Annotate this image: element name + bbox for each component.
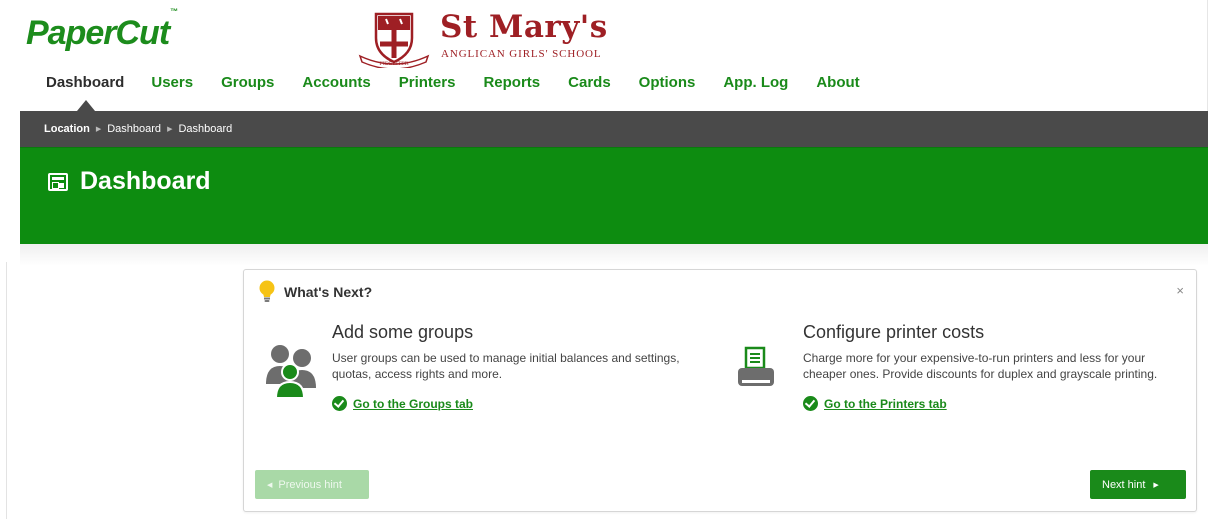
previous-hint-label: Previous hint — [278, 478, 342, 491]
check-circle-icon — [332, 396, 347, 411]
hint-printers: Configure printer costs Charge more for … — [803, 322, 1183, 411]
nav-about[interactable]: About — [816, 74, 859, 91]
breadcrumb-separator-icon: ▶ — [95, 126, 102, 133]
next-hint-button[interactable]: Next hint ▶ — [1090, 470, 1186, 499]
content-divider — [6, 262, 7, 519]
go-to-groups-link[interactable]: Go to the Groups tab — [332, 396, 722, 411]
nav-app-log[interactable]: App. Log — [723, 74, 788, 91]
whats-next-title: What's Next? — [284, 284, 373, 300]
next-hint-label: Next hint — [1102, 478, 1146, 491]
chevron-left-icon: ◀ — [267, 481, 273, 489]
breadcrumb-item-current: Dashboard — [178, 123, 233, 135]
lightbulb-icon — [259, 280, 275, 302]
hint-title: Add some groups — [332, 322, 474, 342]
breadcrumb-separator-icon: ▶ — [167, 126, 173, 133]
school-subtitle: ANGLICAN GIRLS' SCHOOL — [441, 48, 602, 60]
close-icon[interactable]: × — [1176, 283, 1184, 298]
hint-body: Charge more for your expensive-to-run pr… — [803, 351, 1158, 381]
printer-icon — [738, 346, 774, 386]
whats-next-panel: What's Next? × Add some groups User grou… — [243, 269, 1197, 512]
breadcrumb: Location ▶ Dashboard ▶ Dashboard — [44, 123, 232, 135]
breadcrumb-item[interactable]: Dashboard — [107, 123, 161, 135]
previous-hint-button[interactable]: ◀ Previous hint — [255, 470, 369, 499]
title-band: Dashboard — [20, 147, 1208, 244]
nav-options[interactable]: Options — [639, 74, 696, 91]
chevron-right-icon: ▶ — [1153, 481, 1159, 489]
nav-groups[interactable]: Groups — [221, 74, 274, 91]
link-label[interactable]: Go to the Groups tab — [353, 397, 473, 411]
nav-printers[interactable]: Printers — [399, 74, 456, 91]
nav-dashboard[interactable]: Dashboard — [46, 74, 124, 91]
nav-cards[interactable]: Cards — [568, 74, 611, 91]
nav-reports[interactable]: Reports — [483, 74, 540, 91]
breadcrumb-location: Location — [44, 123, 90, 135]
active-nav-pointer — [77, 100, 95, 111]
nav-accounts[interactable]: Accounts — [302, 74, 370, 91]
hint-title: Configure printer costs — [803, 322, 985, 342]
go-to-printers-link[interactable]: Go to the Printers tab — [803, 396, 1183, 411]
groups-icon — [266, 345, 316, 398]
link-label[interactable]: Go to the Printers tab — [824, 397, 947, 411]
school-crest-icon: FIDELITER — [358, 12, 430, 68]
dashboard-icon — [48, 173, 68, 191]
page-title: Dashboard — [80, 167, 211, 195]
main-nav: Dashboard Users Groups Accounts Printers… — [36, 74, 888, 91]
hint-body: User groups can be used to manage initia… — [332, 351, 680, 381]
breadcrumb-bar: Location ▶ Dashboard ▶ Dashboard — [20, 111, 1208, 147]
hint-groups: Add some groups User groups can be used … — [332, 322, 722, 411]
nav-users[interactable]: Users — [151, 74, 193, 91]
papercut-logo[interactable]: PaperCut™ — [26, 7, 178, 53]
check-circle-icon — [803, 396, 818, 411]
header: PaperCut™ FIDELITER St Mary's ANGLICAN G… — [0, 0, 1208, 111]
svg-text:FIDELITER: FIDELITER — [379, 61, 408, 67]
school-name: St Mary's — [440, 9, 608, 45]
